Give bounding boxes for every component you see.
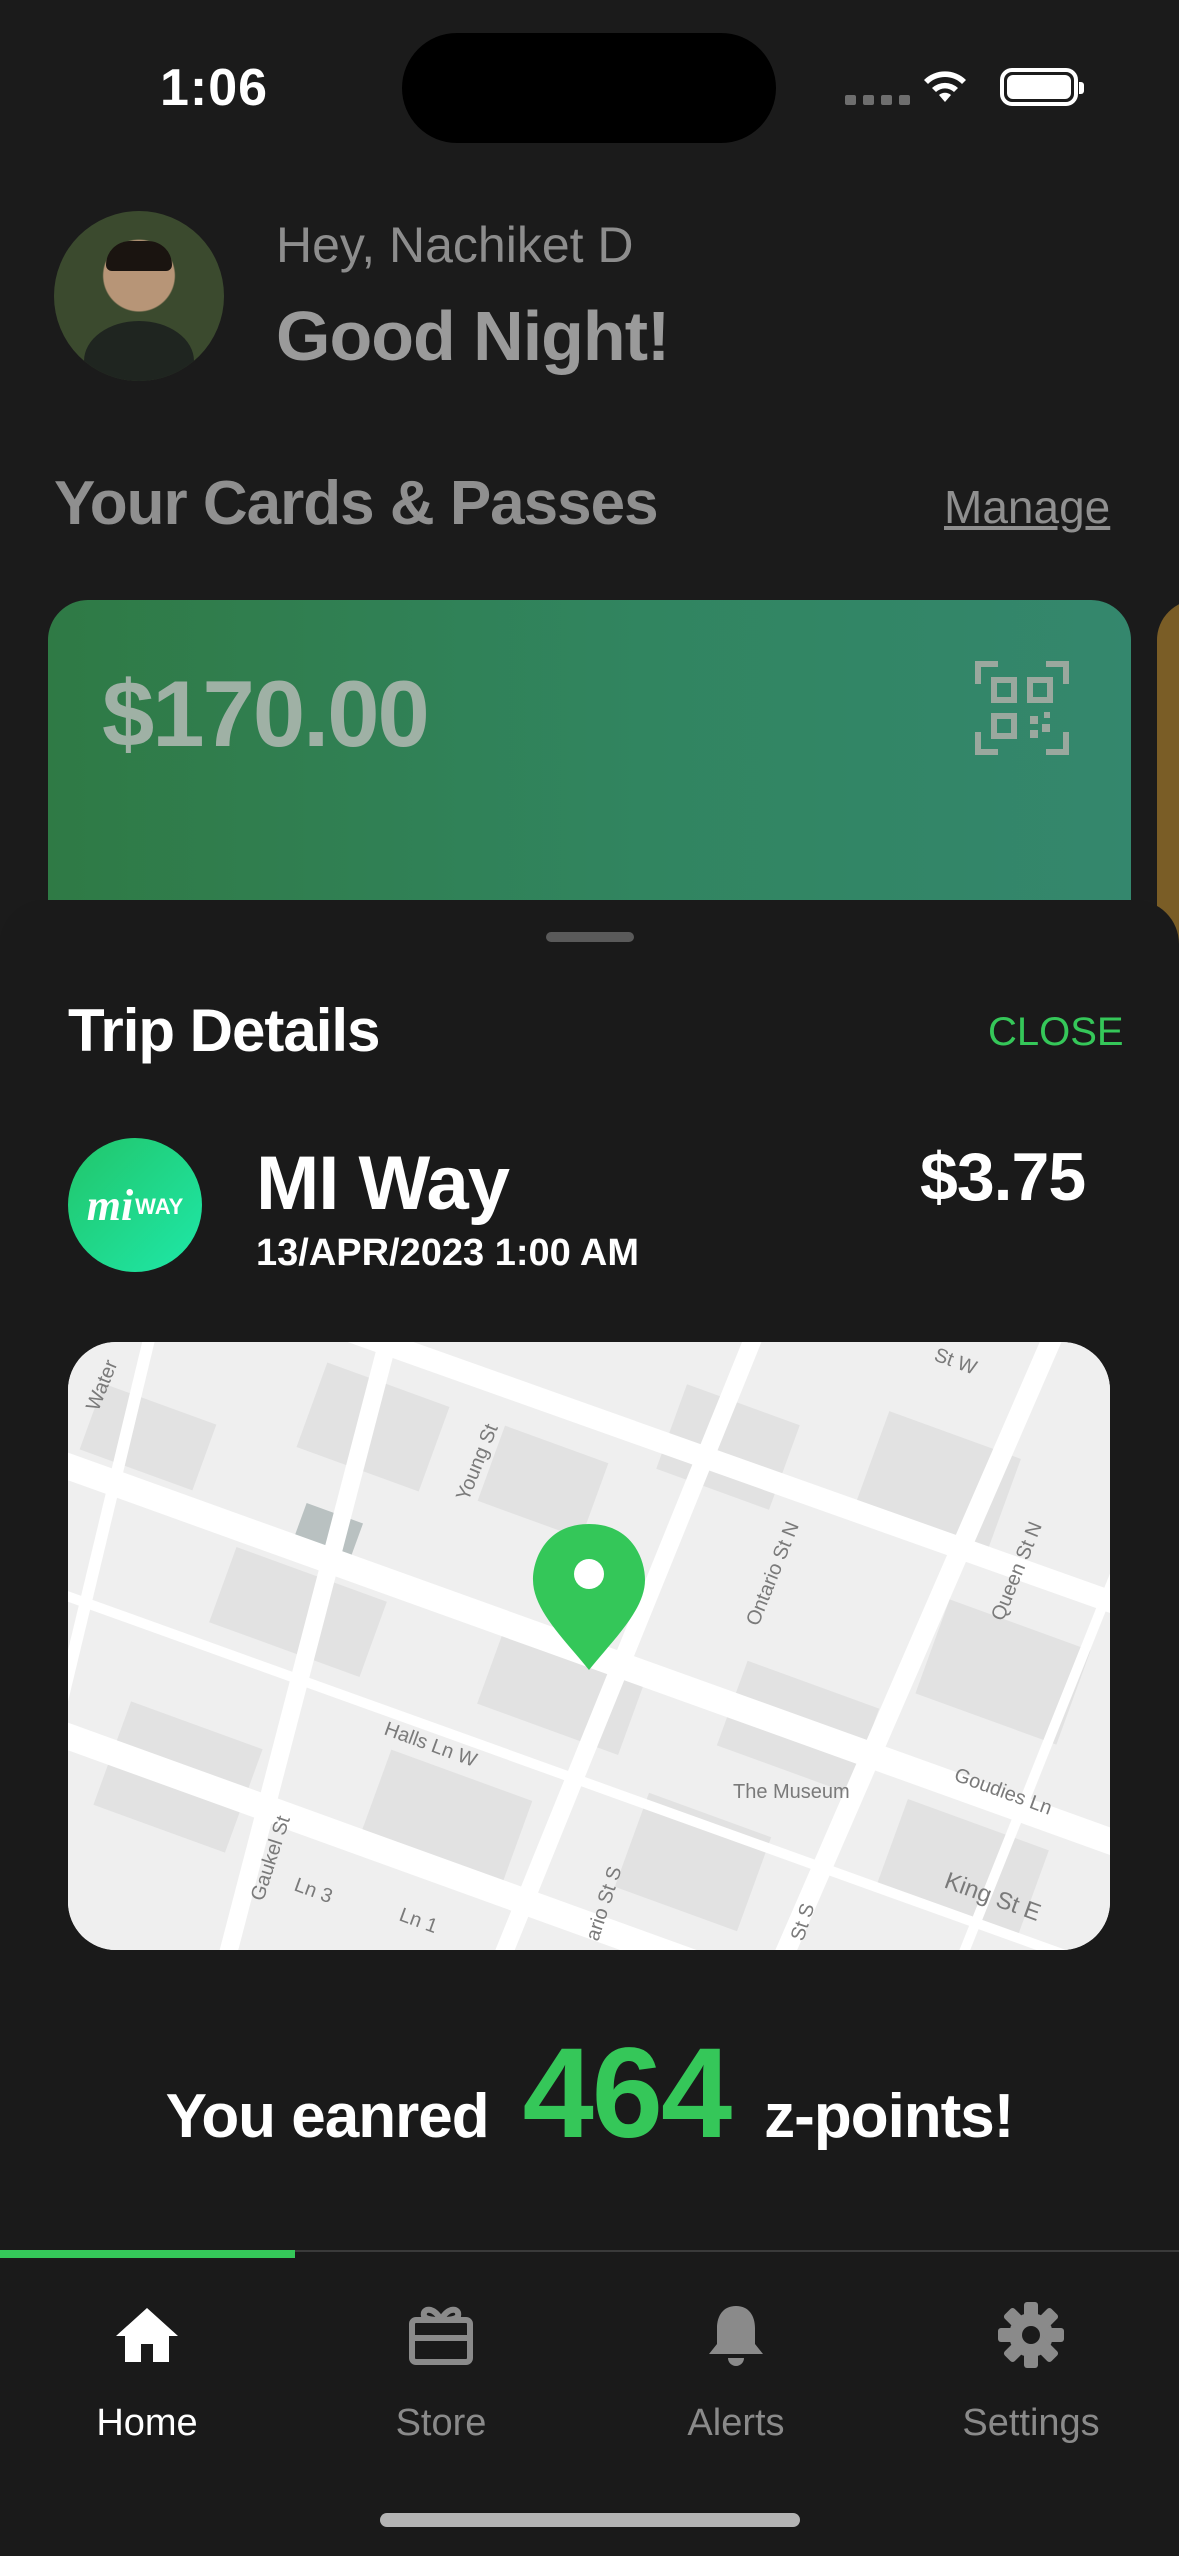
trip-fare: $3.75 xyxy=(920,1139,1086,1215)
tab-store[interactable]: Store xyxy=(294,2300,588,2445)
map-label: The Museum xyxy=(733,1781,850,1803)
tab-label: Alerts xyxy=(687,2402,785,2444)
avatar[interactable] xyxy=(54,211,224,381)
active-tab-indicator xyxy=(0,2250,295,2258)
greeting-text: Hey, Nachiket D xyxy=(276,217,634,273)
salutation-text: Good Night! xyxy=(276,297,670,375)
bell-icon xyxy=(709,2306,763,2366)
sheet-grabber[interactable] xyxy=(546,932,634,942)
agency-logo-subtext: WAY xyxy=(135,1194,184,1219)
trip-date: 13/APR/2023 1:00 AM xyxy=(256,1232,640,1274)
manage-link[interactable]: Manage xyxy=(944,480,1110,534)
card-balance: $170.00 xyxy=(102,661,430,766)
agency-logo-text: mi xyxy=(86,1180,134,1230)
trip-map[interactable]: Young St Ontario St N Queen St N Halls L… xyxy=(68,1342,1110,1950)
close-button[interactable]: CLOSE xyxy=(988,1010,1124,1055)
cards-section-title: Your Cards & Passes xyxy=(54,469,659,538)
tab-alerts[interactable]: Alerts xyxy=(589,2300,883,2445)
tab-label: Settings xyxy=(962,2402,1100,2444)
agency-logo: mi WAY xyxy=(68,1138,202,1272)
home-indicator[interactable] xyxy=(380,2513,800,2527)
dynamic-island xyxy=(402,33,776,143)
tab-label: Store xyxy=(395,2402,487,2444)
agency-name: MI Way xyxy=(256,1141,510,1226)
sheet-title: Trip Details xyxy=(68,997,380,1064)
reward-prefix: You eanred xyxy=(165,2082,490,2151)
wifi-icon xyxy=(924,71,966,102)
home-icon xyxy=(116,2308,178,2362)
gear-icon xyxy=(998,2302,1064,2368)
cellular-icon xyxy=(845,95,910,105)
reward-points: 464 xyxy=(522,2022,733,2165)
reward-suffix: z-points! xyxy=(764,2082,1014,2151)
tab-label: Home xyxy=(96,2402,198,2444)
gift-icon xyxy=(409,2306,473,2365)
tab-settings[interactable]: Settings xyxy=(884,2300,1178,2445)
qr-code-icon[interactable] xyxy=(974,660,1070,756)
reward-line: You eanred 464 z-points! xyxy=(0,2020,1179,2167)
battery-icon xyxy=(1000,68,1084,106)
status-time: 1:06 xyxy=(160,59,269,117)
tab-home[interactable]: Home xyxy=(0,2300,294,2445)
